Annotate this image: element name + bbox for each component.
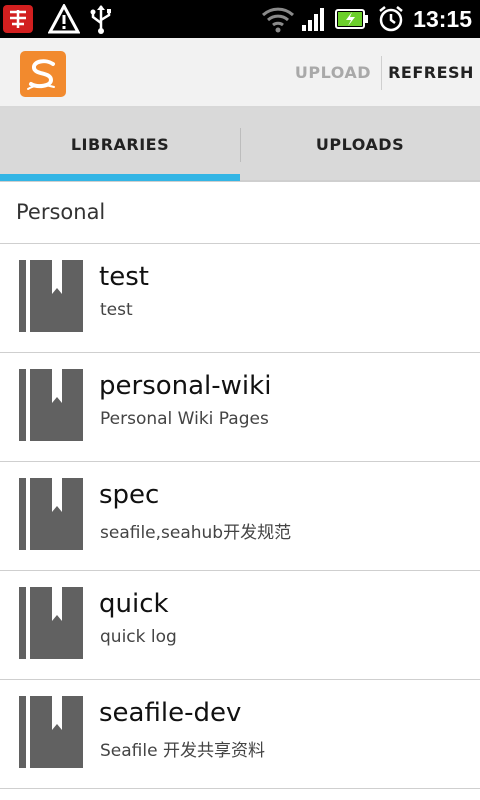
upload-button[interactable]: UPLOAD (286, 38, 380, 106)
refresh-button[interactable]: REFRESH (382, 38, 480, 106)
wifi-icon (261, 5, 295, 33)
section-header: Personal (0, 182, 480, 244)
library-name: quick (99, 589, 169, 619)
library-icon (19, 478, 83, 550)
library-icon (19, 696, 83, 768)
seafile-logo-icon[interactable] (20, 51, 66, 97)
alarm-icon (377, 5, 405, 33)
list-item[interactable]: seafile-dev Seafile 开发共享资料 (0, 680, 480, 789)
library-name: test (99, 262, 149, 292)
library-description: quick log (100, 627, 177, 647)
list-item[interactable]: personal-wiki Personal Wiki Pages (0, 353, 480, 462)
warning-icon (48, 4, 80, 34)
status-time: 13:15 (413, 5, 472, 32)
library-name: seafile-dev (99, 698, 242, 728)
app-notification-icon (2, 4, 36, 34)
library-description: seafile,seahub开发规范 (100, 523, 292, 543)
action-bar: UPLOAD REFRESH (0, 38, 480, 108)
status-bar: 13:15 (0, 0, 480, 38)
usb-icon (88, 4, 114, 34)
library-icon (19, 587, 83, 659)
library-list: test test personal-wiki Personal Wiki Pa… (0, 244, 480, 789)
library-description: Personal Wiki Pages (100, 409, 269, 429)
tab-libraries[interactable]: LIBRARIES (0, 108, 240, 180)
list-item[interactable]: quick quick log (0, 571, 480, 680)
tab-uploads[interactable]: UPLOADS (240, 108, 480, 180)
library-icon (19, 369, 83, 441)
list-item[interactable]: spec seafile,seahub开发规范 (0, 462, 480, 571)
library-icon (19, 260, 83, 332)
list-item[interactable]: test test (0, 244, 480, 353)
tab-bar: LIBRARIES UPLOADS (0, 108, 480, 182)
signal-icon (301, 6, 327, 32)
section-title: Personal (16, 200, 106, 224)
library-description: Seafile 开发共享资料 (100, 741, 265, 761)
library-name: spec (99, 480, 160, 510)
library-description: test (100, 300, 133, 320)
battery-charging-icon (335, 8, 369, 30)
tab-selected-indicator (0, 174, 240, 181)
library-name: personal-wiki (99, 371, 272, 401)
